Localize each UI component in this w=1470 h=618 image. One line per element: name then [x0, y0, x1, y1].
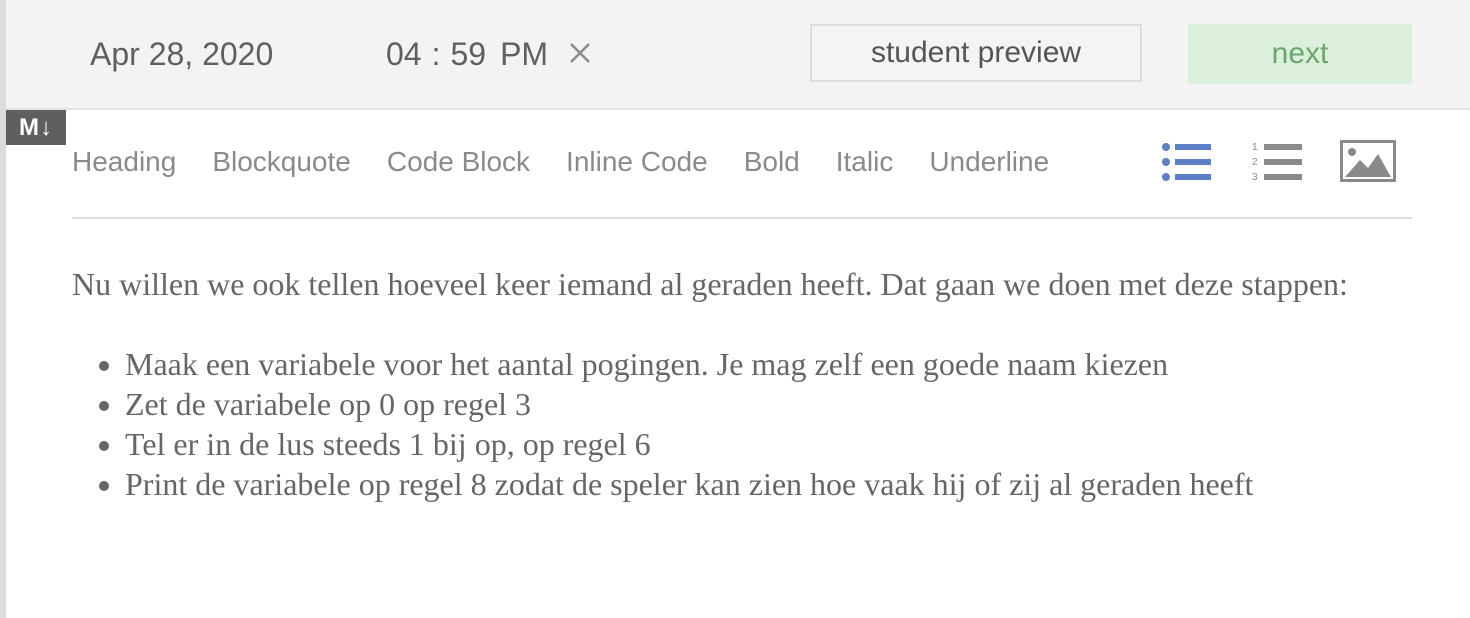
image-icon[interactable] — [1340, 140, 1396, 187]
time-ampm[interactable]: PM — [500, 36, 548, 73]
numbered-list-digit-3: 3 — [1252, 172, 1258, 183]
student-preview-button[interactable]: student preview — [810, 24, 1142, 82]
code-block-button[interactable]: Code Block — [387, 146, 530, 178]
inline-code-button[interactable]: Inline Code — [566, 146, 708, 178]
time-hours[interactable]: 04 — [386, 36, 422, 73]
intro-paragraph: Nu willen we ook tellen hoeveel keer iem… — [72, 266, 1348, 302]
date-field[interactable]: Apr 28, 2020 — [90, 36, 273, 73]
list-item: Print de variabele op regel 8 zodat de s… — [125, 464, 1392, 504]
list-item: Zet de variabele op 0 op regel 3 — [125, 384, 1392, 424]
heading-button[interactable]: Heading — [72, 146, 176, 178]
list-item: Maak een variabele voor het aantal pogin… — [125, 344, 1392, 384]
list-item: Tel er in de lus steeds 1 bij op, op reg… — [125, 424, 1392, 464]
toolbar-divider — [72, 217, 1412, 219]
steps-list: Maak een variabele voor het aantal pogin… — [72, 344, 1392, 504]
underline-button[interactable]: Underline — [929, 146, 1049, 178]
time-minutes[interactable]: 59 — [450, 36, 486, 73]
blockquote-button[interactable]: Blockquote — [212, 146, 351, 178]
time-field[interactable]: 04 : 59 PM — [386, 36, 548, 73]
numbered-list-digit-2: 2 — [1252, 157, 1258, 168]
formatting-toolbar: Heading Blockquote Code Block Inline Cod… — [72, 140, 1085, 184]
close-icon[interactable] — [568, 38, 594, 68]
bulleted-list-icon[interactable] — [1160, 140, 1214, 189]
numbered-list-icon[interactable]: 1 2 3 — [1250, 140, 1304, 189]
editor-content[interactable]: Nu willen we ook tellen hoeveel keer iem… — [72, 264, 1392, 504]
italic-button[interactable]: Italic — [836, 146, 894, 178]
markdown-badge: M↓ — [6, 110, 66, 145]
bold-button[interactable]: Bold — [744, 146, 800, 178]
next-button[interactable]: next — [1188, 24, 1412, 84]
numbered-list-digit-1: 1 — [1252, 142, 1258, 153]
editor-window: Apr 28, 2020 04 : 59 PM student preview … — [0, 0, 1470, 618]
top-bar: Apr 28, 2020 04 : 59 PM student preview … — [6, 0, 1470, 110]
time-separator: : — [431, 36, 441, 72]
